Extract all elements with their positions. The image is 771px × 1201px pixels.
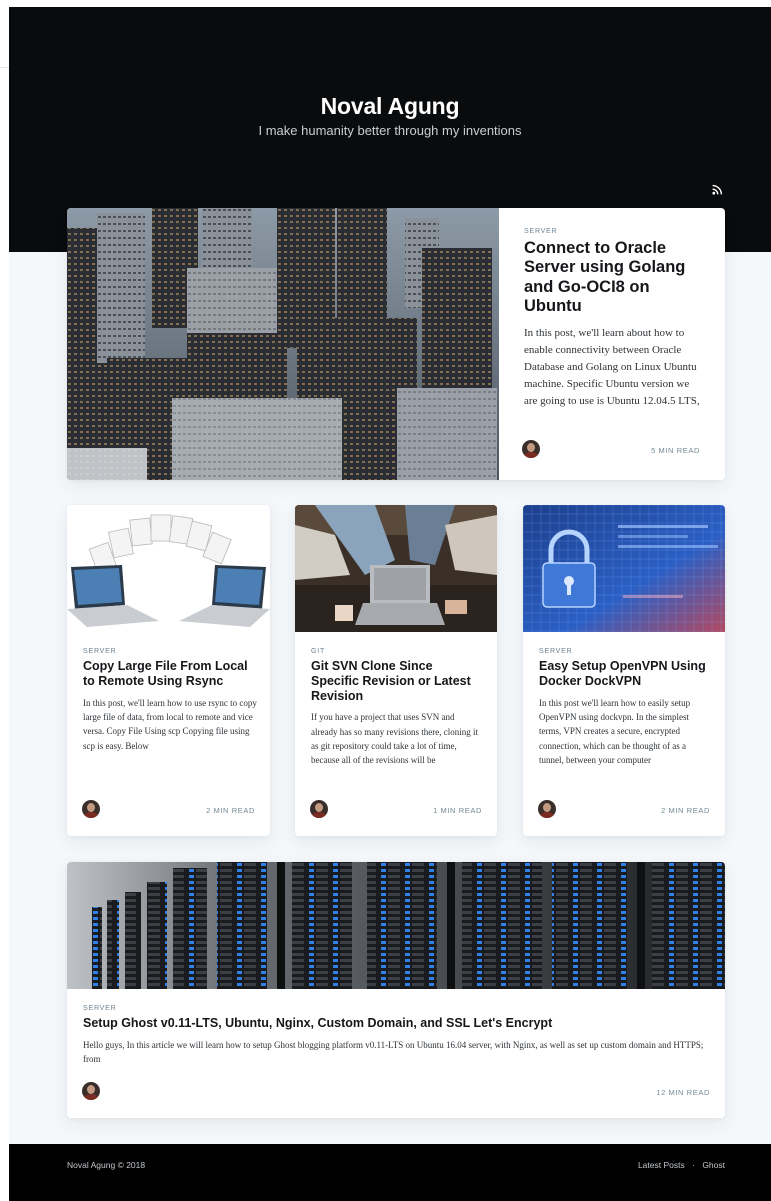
post-title[interactable]: Copy Large File From Local to Remote Usi… <box>83 659 258 689</box>
author-avatar[interactable] <box>82 1082 100 1100</box>
post-card[interactable]: SERVER Easy Setup OpenVPN Using Docker D… <box>523 505 725 836</box>
post-title[interactable]: Connect to Oracle Server using Golang an… <box>524 239 704 317</box>
footer-separator: · <box>692 1160 695 1170</box>
site-footer: Noval Agung © 2018 Latest Posts · Ghost <box>9 1144 771 1201</box>
post-tag[interactable]: SERVER <box>539 648 711 655</box>
post-excerpt: If you have a project that uses SVN and … <box>311 712 478 766</box>
post-card-wide[interactable]: SERVER Setup Ghost v0.11-LTS, Ubuntu, Ng… <box>67 862 725 1118</box>
post-excerpt: In this post we'll learn how to easily s… <box>539 697 691 766</box>
post-content: SERVER Connect to Oracle Server using Go… <box>524 228 704 410</box>
reading-time: 2 MIN READ <box>206 806 255 815</box>
post-image-laptop-people[interactable] <box>295 505 497 632</box>
footer-copyright: Noval Agung © 2018 <box>67 1160 146 1170</box>
post-content: SERVER Copy Large File From Local to Rem… <box>83 648 258 753</box>
divider <box>0 67 9 68</box>
post-excerpt: In this post, we'll learn about how to e… <box>524 326 700 408</box>
post-card-featured[interactable]: SERVER Connect to Oracle Server using Go… <box>67 208 725 480</box>
post-image-digital-padlock[interactable] <box>523 505 725 632</box>
page: Noval Agung I make humanity better throu… <box>9 7 771 1201</box>
rss-icon[interactable] <box>712 182 723 195</box>
author-avatar[interactable] <box>538 800 556 818</box>
reading-time: 1 MIN READ <box>433 806 482 815</box>
author-avatar[interactable] <box>522 440 540 458</box>
reading-time: 5 MIN READ <box>651 446 700 455</box>
footer-nav: Latest Posts · Ghost <box>638 1160 725 1170</box>
post-title[interactable]: Git SVN Clone Since Specific Revision or… <box>311 659 483 703</box>
post-content: SERVER Setup Ghost v0.11-LTS, Ubuntu, Ng… <box>83 1005 713 1067</box>
post-image-laptops[interactable] <box>67 505 270 632</box>
author-avatar[interactable] <box>310 800 328 818</box>
reading-time: 12 MIN READ <box>656 1088 710 1097</box>
post-image-city-skyline[interactable] <box>67 208 499 480</box>
post-excerpt: In this post, we'll learn how to use rsy… <box>83 697 257 751</box>
site-title[interactable]: Noval Agung <box>9 93 771 120</box>
footer-link-ghost[interactable]: Ghost <box>702 1160 725 1170</box>
post-content: GIT Git SVN Clone Since Specific Revisio… <box>311 648 483 768</box>
footer-link-latest-posts[interactable]: Latest Posts <box>638 1160 685 1170</box>
post-card[interactable]: GIT Git SVN Clone Since Specific Revisio… <box>295 505 497 836</box>
post-excerpt: Hello guys, In this article we will lear… <box>83 1039 704 1065</box>
post-tag[interactable]: SERVER <box>524 228 704 235</box>
site-description: I make humanity better through my invent… <box>258 123 522 138</box>
post-image-server-racks[interactable] <box>67 862 725 989</box>
post-title[interactable]: Easy Setup OpenVPN Using Docker DockVPN <box>539 659 711 689</box>
post-card[interactable]: SERVER Copy Large File From Local to Rem… <box>67 505 270 836</box>
reading-time: 2 MIN READ <box>661 806 710 815</box>
post-content: SERVER Easy Setup OpenVPN Using Docker D… <box>539 648 711 767</box>
author-avatar[interactable] <box>82 800 100 818</box>
post-tag[interactable]: GIT <box>311 648 483 655</box>
post-tag[interactable]: SERVER <box>83 1005 713 1012</box>
post-title[interactable]: Setup Ghost v0.11-LTS, Ubuntu, Nginx, Cu… <box>83 1016 713 1031</box>
post-tag[interactable]: SERVER <box>83 648 258 655</box>
